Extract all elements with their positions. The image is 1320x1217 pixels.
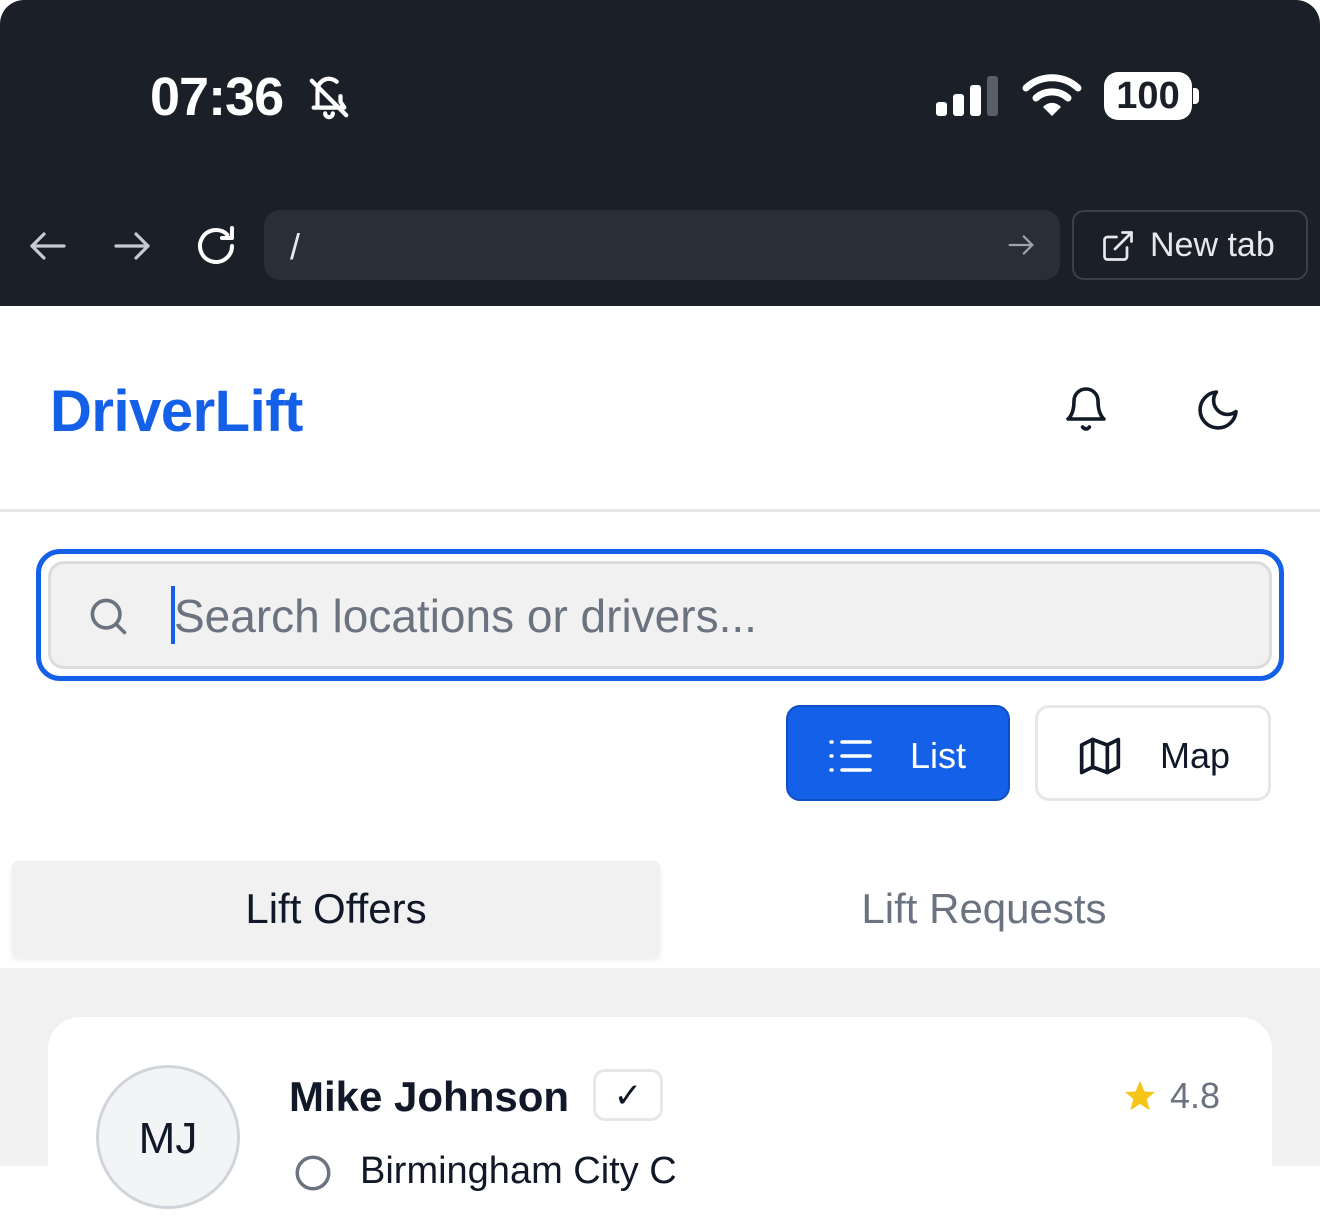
list-icon [829, 740, 872, 772]
status-time: 07:36 [150, 67, 284, 127]
new-tab-label: New tab [1150, 226, 1275, 264]
reload-icon[interactable] [192, 222, 240, 270]
text-caret [171, 586, 175, 644]
wifi-icon [1022, 74, 1082, 116]
address-bar-url[interactable]: / [290, 226, 300, 268]
battery-indicator: 100 [1104, 72, 1192, 120]
bell-off-icon [309, 76, 349, 120]
brand-logo[interactable]: DriverLift [50, 378, 303, 445]
browser-chrome: 07:36 100 / New tab [0, 0, 1320, 306]
app-header: DriverLift [0, 306, 1320, 512]
avatar: MJ [96, 1065, 240, 1209]
forward-arrow-icon[interactable] [108, 222, 156, 270]
back-arrow-icon[interactable] [24, 222, 72, 270]
address-bar[interactable] [264, 210, 1060, 280]
dark-mode-moon-icon[interactable] [1194, 386, 1242, 434]
search-icon [90, 598, 127, 635]
location-pin-icon [295, 1155, 331, 1191]
search-input[interactable] [174, 586, 1254, 646]
star-icon [1125, 1081, 1155, 1111]
tab-lift-offers[interactable]: Lift Offers [12, 861, 660, 957]
avatar-initials: MJ [138, 1114, 198, 1163]
cellular-signal-icon [936, 76, 998, 116]
go-arrow-icon[interactable] [1004, 228, 1038, 262]
notifications-bell-icon[interactable] [1062, 384, 1110, 434]
driver-rating: 4.8 [1170, 1075, 1221, 1116]
pickup-location: Birmingham City C [360, 1150, 677, 1192]
map-view-label: Map [1160, 735, 1231, 776]
map-view-button[interactable]: Map [1035, 705, 1271, 801]
tab-lift-requests[interactable]: Lift Requests [660, 861, 1308, 957]
battery-nub [1193, 88, 1199, 104]
external-link-icon [1103, 231, 1133, 261]
driver-name: Mike Johnson [289, 1073, 570, 1120]
list-view-button[interactable]: List [786, 705, 1010, 801]
map-icon [1079, 737, 1121, 775]
new-tab-button[interactable]: New tab [1072, 210, 1308, 280]
verified-badge: ✓ [593, 1069, 663, 1121]
list-view-label: List [910, 735, 967, 776]
